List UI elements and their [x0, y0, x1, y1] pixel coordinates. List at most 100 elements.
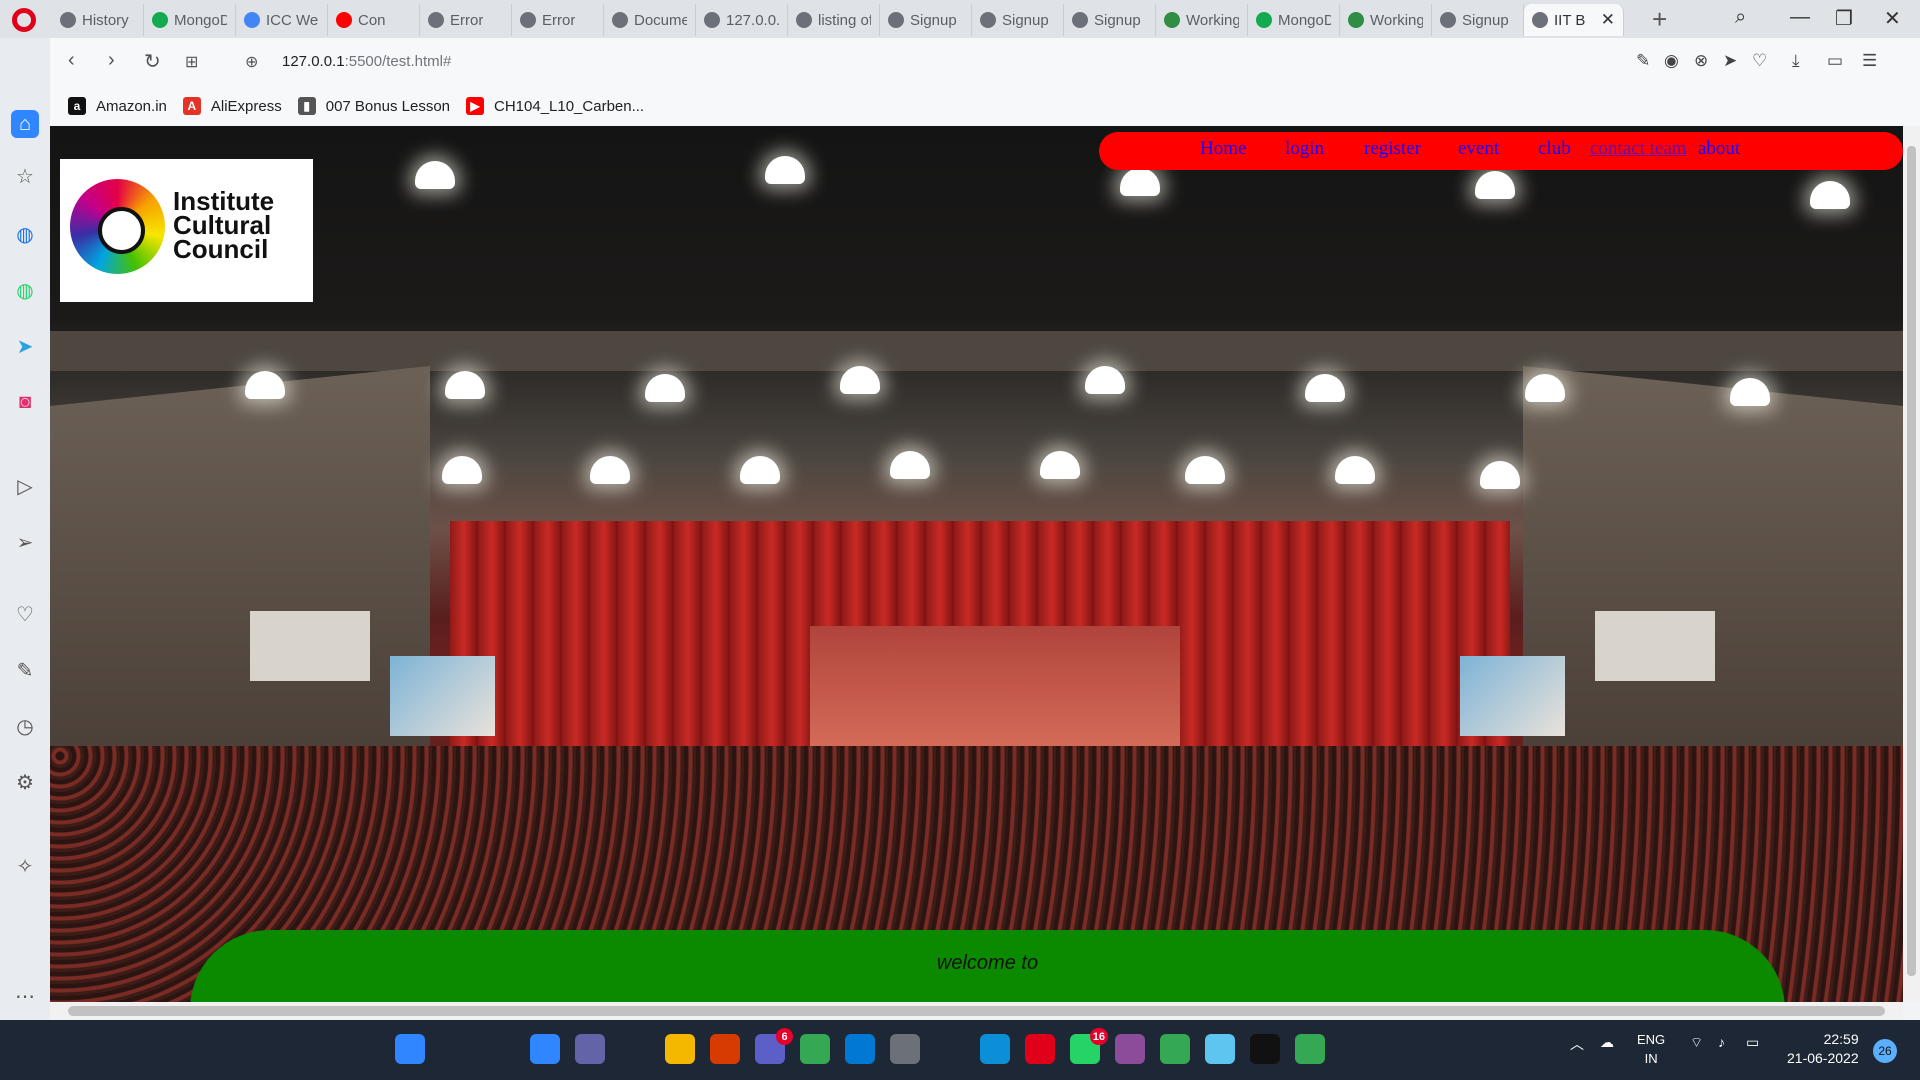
forward-icon[interactable]: ›	[108, 49, 115, 72]
horizontal-scroll-thumb[interactable]	[68, 1006, 1885, 1016]
settings-icon[interactable]	[890, 1034, 920, 1064]
snapshot-edit-icon[interactable]: ✎	[1636, 51, 1650, 71]
settings-icon[interactable]: ⚙	[11, 768, 39, 796]
minimize-button[interactable]: —	[1790, 6, 1810, 29]
bookmarks-heart-icon[interactable]: ♡	[11, 600, 39, 628]
store-icon[interactable]	[620, 1034, 650, 1064]
browser-tab[interactable]: Con	[328, 4, 420, 36]
restore-button[interactable]: ❐	[1835, 6, 1853, 31]
opera-menu-icon[interactable]	[12, 8, 36, 32]
show-hidden-icons-icon[interactable]: ︿	[1570, 1034, 1584, 1054]
whatsapp-icon[interactable]: 16	[1070, 1028, 1108, 1064]
nav-club-link[interactable]: club	[1538, 138, 1571, 160]
notepad-icon[interactable]	[1205, 1034, 1235, 1064]
site-info-icon[interactable]: ⊕	[245, 52, 258, 72]
reload-icon[interactable]: ↻	[144, 49, 161, 74]
task-view-icon[interactable]	[485, 1034, 515, 1064]
language-indicator[interactable]: ENG IN	[1637, 1030, 1665, 1068]
chat-icon[interactable]	[575, 1034, 605, 1064]
nav-event-link[interactable]: event	[1458, 138, 1499, 160]
easy-setup-icon[interactable]: ☰	[1862, 51, 1877, 71]
browser-tab[interactable]: History	[52, 4, 144, 36]
bookmark-item[interactable]: a Amazon.in	[68, 97, 167, 115]
system-clock[interactable]: 22:59 21-06-2022	[1787, 1030, 1859, 1068]
nav-home-link[interactable]: Home	[1200, 138, 1246, 160]
browser-tab[interactable]: 127.0.0.1	[696, 4, 788, 36]
teams-icon[interactable]: 6	[755, 1028, 793, 1064]
browser-tab[interactable]: MongoDB	[144, 4, 236, 36]
browser-tab[interactable]: Signup	[1064, 4, 1156, 36]
chrome-icon[interactable]	[800, 1034, 830, 1064]
opera-icon[interactable]	[1025, 1034, 1055, 1064]
telegram-icon[interactable]: ➤	[11, 332, 39, 360]
close-window-button[interactable]: ✕	[1884, 6, 1901, 31]
browser-tab[interactable]: ICC Website	[236, 4, 328, 36]
browser-tab[interactable]: Signup	[1432, 4, 1524, 36]
site-nav-bar: Home login register event club contact t…	[1099, 132, 1903, 170]
onedrive-cloud-icon[interactable]: ☁	[1600, 1034, 1614, 1051]
browser-tab[interactable]: listing of	[788, 4, 880, 36]
chrome-dev-icon[interactable]	[1295, 1034, 1325, 1064]
browser-tab[interactable]: Document	[604, 4, 696, 36]
nav-login-link[interactable]: login	[1285, 138, 1324, 160]
bookmark-heart-icon[interactable]: ♡	[1752, 51, 1767, 71]
flag-app-icon[interactable]	[1115, 1034, 1145, 1064]
ms-office-icon[interactable]	[710, 1034, 740, 1064]
nav-contact-team-link[interactable]: contact team	[1590, 138, 1687, 160]
vscode-icon[interactable]	[845, 1034, 875, 1064]
send-icon[interactable]: ➤	[1723, 51, 1737, 71]
tab-search-icon[interactable]: ⌕	[1735, 6, 1746, 29]
browser-tab[interactable]: MongoDB	[1248, 4, 1340, 36]
wifi-icon[interactable]: ⌔	[1690, 1034, 1703, 1052]
close-tab-icon[interactable]: ✕	[1601, 10, 1615, 30]
nav-about-link[interactable]: about	[1698, 138, 1740, 160]
opera-sidebar: ⌂ ☆ ◍ ◍ ➤ ◙ ▷ ➢ ♡ ✎ ◷ ⚙ ✧ ⋯	[0, 38, 50, 1020]
active-browser-tab[interactable]: IIT B ✕	[1524, 4, 1624, 36]
speed-dial-sidebar-icon[interactable]: ☆	[11, 162, 39, 190]
back-icon[interactable]: ‹	[68, 49, 75, 72]
whatsapp-icon[interactable]: ◍	[11, 276, 39, 304]
windows-start-icon[interactable]	[395, 1034, 425, 1064]
browser-tab[interactable]: Signup	[972, 4, 1064, 36]
browser-tab[interactable]: Signup	[880, 4, 972, 36]
horizontal-scrollbar[interactable]	[50, 1002, 1903, 1020]
instagram-icon[interactable]: ◙	[11, 388, 39, 416]
edge-icon[interactable]	[980, 1034, 1010, 1064]
messenger-icon[interactable]: ◍	[11, 220, 39, 248]
tab-label: Error	[450, 11, 484, 29]
file-explorer-icon[interactable]	[665, 1034, 695, 1064]
bookmark-item[interactable]: ▮ 007 Bonus Lesson	[297, 97, 450, 115]
more-options-icon[interactable]: ⋯	[11, 982, 39, 1010]
battery-icon[interactable]: ▭	[1746, 1034, 1759, 1051]
history-icon[interactable]: ◷	[11, 712, 39, 740]
my-flow-icon[interactable]: ➢	[11, 528, 39, 556]
speed-dial-icon[interactable]: ⊞	[185, 52, 198, 72]
search-icon[interactable]	[440, 1034, 470, 1064]
bookmark-item[interactable]: A AliExpress	[182, 97, 282, 115]
chrome-profile-icon[interactable]	[1160, 1034, 1190, 1064]
download-icon[interactable]: ⤓	[1792, 51, 1800, 71]
virtualbox-icon[interactable]	[935, 1034, 965, 1064]
icc-logo[interactable]: Institute Cultural Council	[60, 159, 313, 302]
home-icon[interactable]: ⌂	[11, 110, 39, 138]
nav-register-link[interactable]: register	[1364, 138, 1421, 160]
bookmark-item[interactable]: ▶ CH104_L10_Carben...	[466, 97, 644, 115]
pinboard-icon[interactable]: ✎	[11, 656, 39, 684]
new-tab-button[interactable]: +	[1652, 4, 1667, 35]
browser-tab[interactable]: Working	[1156, 4, 1248, 36]
widgets-icon[interactable]	[530, 1034, 560, 1064]
browser-tab[interactable]: Error	[420, 4, 512, 36]
player-icon[interactable]: ▷	[11, 472, 39, 500]
camera-icon[interactable]: ◉	[1664, 51, 1679, 71]
volume-icon[interactable]: ♪	[1718, 1034, 1725, 1050]
vertical-scroll-thumb[interactable]	[1907, 146, 1916, 976]
url-field[interactable]: 127.0.0.1:5500/test.html#	[282, 53, 451, 70]
battery-saver-icon[interactable]: ▭	[1827, 51, 1843, 71]
notification-count-badge[interactable]: 26	[1873, 1039, 1897, 1063]
browser-tab[interactable]: Error	[512, 4, 604, 36]
terminal-icon[interactable]	[1250, 1034, 1280, 1064]
browser-tab[interactable]: Working	[1340, 4, 1432, 36]
vertical-scrollbar[interactable]	[1903, 126, 1920, 1002]
tips-bulb-icon[interactable]: ✧	[11, 852, 39, 880]
adblock-icon[interactable]: ⊗	[1694, 51, 1708, 71]
